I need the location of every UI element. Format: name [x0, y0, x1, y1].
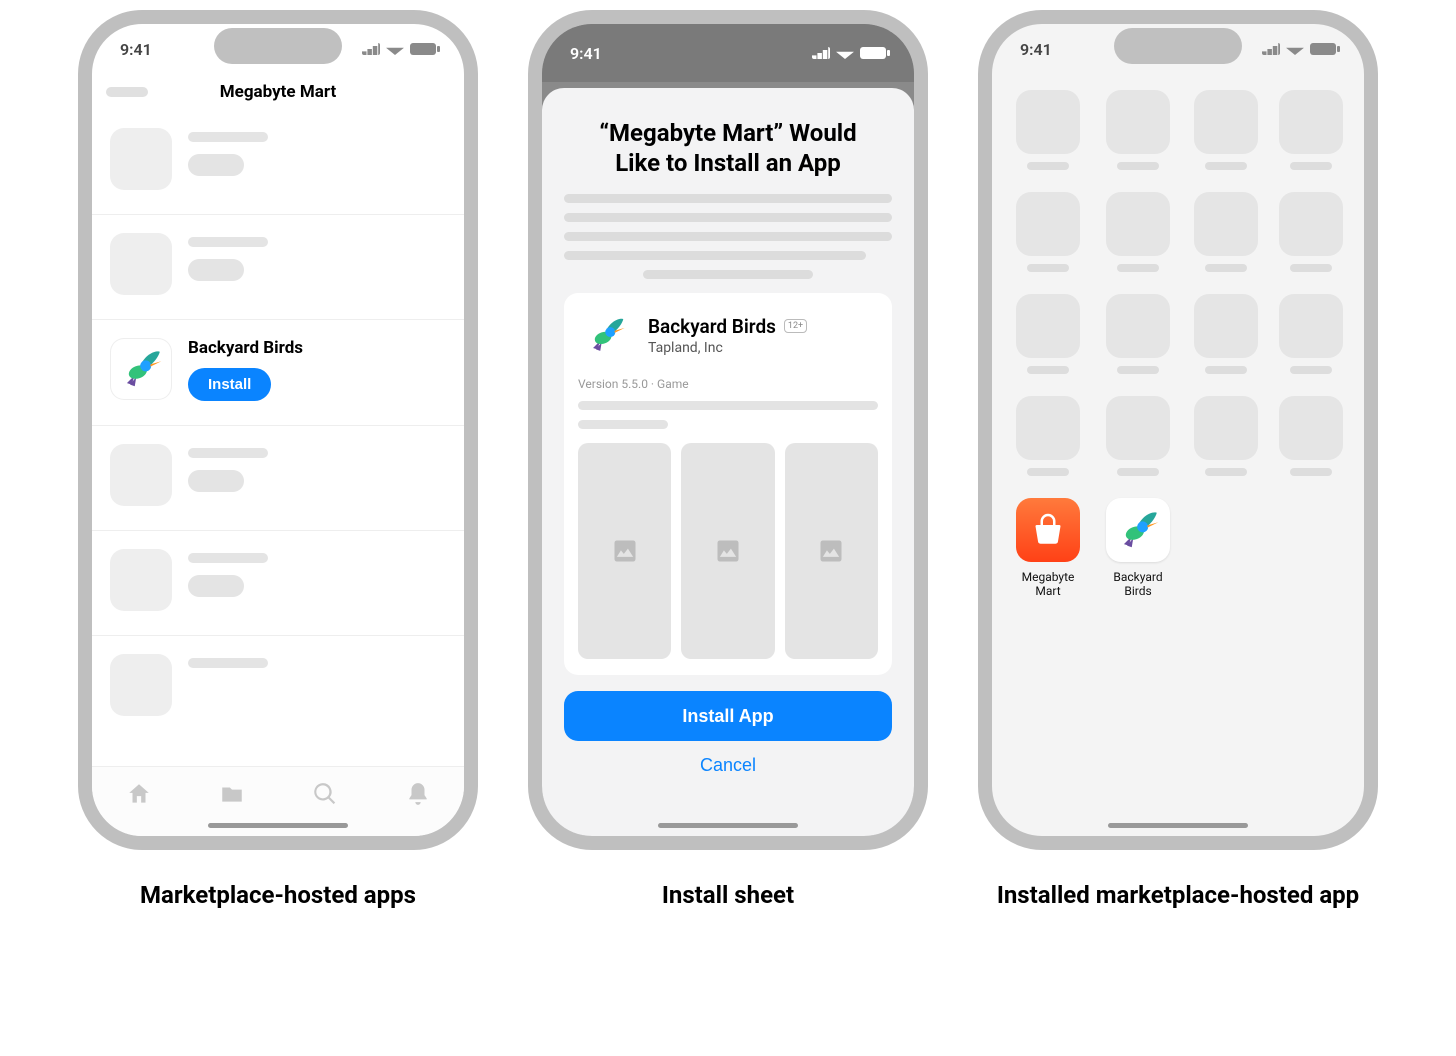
image-icon [611, 537, 639, 565]
status-time: 9:41 [570, 44, 602, 63]
caption-3: Installed marketplace-hosted app [997, 880, 1359, 911]
app-placeholder[interactable] [1192, 90, 1259, 170]
app-list: Backyard Birds Install [92, 110, 464, 740]
wifi-icon [1286, 43, 1304, 55]
app-placeholder[interactable] [1277, 192, 1344, 272]
image-icon [714, 537, 742, 565]
status-bar: 9:41 [542, 24, 914, 82]
app-placeholder[interactable] [1012, 192, 1084, 272]
caption-2: Install sheet [662, 880, 794, 911]
app-placeholder[interactable] [1012, 294, 1084, 374]
tab-notifications[interactable] [405, 781, 431, 811]
screenshot-placeholder[interactable] [785, 443, 878, 659]
screenshots-row[interactable] [578, 443, 878, 659]
battery-icon [1310, 43, 1336, 55]
app-placeholder[interactable] [1102, 396, 1174, 476]
app-placeholder[interactable] [1192, 294, 1259, 374]
card-description-placeholder [578, 391, 878, 429]
wifi-icon [836, 47, 854, 59]
cellular-icon [1262, 43, 1280, 55]
marketplace-title: Megabyte Mart [220, 82, 336, 102]
list-item-placeholder[interactable] [92, 530, 464, 635]
cellular-icon [362, 43, 380, 55]
folder-icon [219, 781, 245, 807]
screenshot-placeholder[interactable] [681, 443, 774, 659]
app-megabyte-mart[interactable]: Megabyte Mart [1012, 498, 1084, 599]
app-icon-placeholder [110, 444, 172, 506]
app-label: Megabyte Mart [1012, 570, 1084, 599]
backyard-birds-icon [578, 307, 634, 363]
battery-icon [860, 47, 886, 59]
cellular-icon [812, 47, 830, 59]
phone-marketplace: 9:41 Megabyte Mart [78, 10, 478, 850]
app-placeholder[interactable] [1192, 192, 1259, 272]
status-time: 9:41 [120, 40, 152, 59]
app-placeholder[interactable] [1012, 90, 1084, 170]
app-info-card: Backyard Birds 12+ Tapland, Inc Version … [564, 293, 892, 675]
phone-home-screen: 9:41 [978, 10, 1378, 850]
app-placeholder[interactable] [1102, 192, 1174, 272]
sheet-description-placeholder [564, 194, 892, 279]
card-app-name: Backyard Birds [648, 315, 776, 338]
dynamic-island [1114, 28, 1242, 64]
list-item-placeholder[interactable] [92, 110, 464, 214]
phone-install-sheet: 9:41 “Megabyte Mart” Would Like to Insta… [528, 10, 928, 850]
list-item-backyard-birds[interactable]: Backyard Birds Install [92, 319, 464, 425]
card-developer: Tapland, Inc [648, 340, 807, 356]
back-button[interactable] [106, 87, 148, 97]
list-item-placeholder[interactable] [92, 635, 464, 740]
app-placeholder[interactable] [1277, 90, 1344, 170]
app-name: Backyard Birds [188, 338, 303, 358]
screenshot-placeholder[interactable] [578, 443, 671, 659]
cancel-button[interactable]: Cancel [564, 755, 892, 776]
install-app-button[interactable]: Install App [564, 691, 892, 741]
caption-1: Marketplace-hosted apps [140, 880, 416, 911]
home-screen-grid: Megabyte Mart Backyard Birds [992, 74, 1364, 615]
app-backyard-birds[interactable]: Backyard Birds [1102, 498, 1174, 599]
app-label: Backyard Birds [1102, 570, 1174, 599]
home-indicator[interactable] [658, 823, 798, 828]
app-placeholder[interactable] [1102, 294, 1174, 374]
image-icon [817, 537, 845, 565]
home-indicator[interactable] [208, 823, 348, 828]
backyard-birds-icon [1106, 498, 1170, 562]
sheet-heading: “Megabyte Mart” Would Like to Install an… [582, 118, 874, 178]
battery-icon [410, 43, 436, 55]
install-button[interactable]: Install [188, 368, 271, 401]
megabyte-mart-icon [1016, 498, 1080, 562]
app-icon-placeholder [110, 233, 172, 295]
status-time: 9:41 [1020, 40, 1052, 59]
age-rating-badge: 12+ [784, 319, 807, 333]
wifi-icon [386, 43, 404, 55]
bell-icon [405, 781, 431, 807]
app-placeholder[interactable] [1277, 396, 1344, 476]
app-placeholder[interactable] [1277, 294, 1344, 374]
dynamic-island [214, 28, 342, 64]
card-meta: Version 5.5.0 · Game [578, 377, 878, 391]
app-placeholder[interactable] [1102, 90, 1174, 170]
tab-search[interactable] [312, 781, 338, 811]
nav-bar: Megabyte Mart [92, 74, 464, 110]
app-icon-placeholder [110, 128, 172, 190]
home-indicator[interactable] [1108, 823, 1248, 828]
list-item-placeholder[interactable] [92, 214, 464, 319]
install-sheet: “Megabyte Mart” Would Like to Install an… [542, 88, 914, 836]
home-icon [126, 781, 152, 807]
app-icon-placeholder [110, 549, 172, 611]
app-icon-placeholder [110, 654, 172, 716]
app-placeholder[interactable] [1012, 396, 1084, 476]
tab-home[interactable] [126, 781, 152, 811]
tab-browse[interactable] [219, 781, 245, 811]
search-icon [312, 781, 338, 807]
app-placeholder[interactable] [1192, 396, 1259, 476]
backyard-birds-icon [110, 338, 172, 400]
list-item-placeholder[interactable] [92, 425, 464, 530]
